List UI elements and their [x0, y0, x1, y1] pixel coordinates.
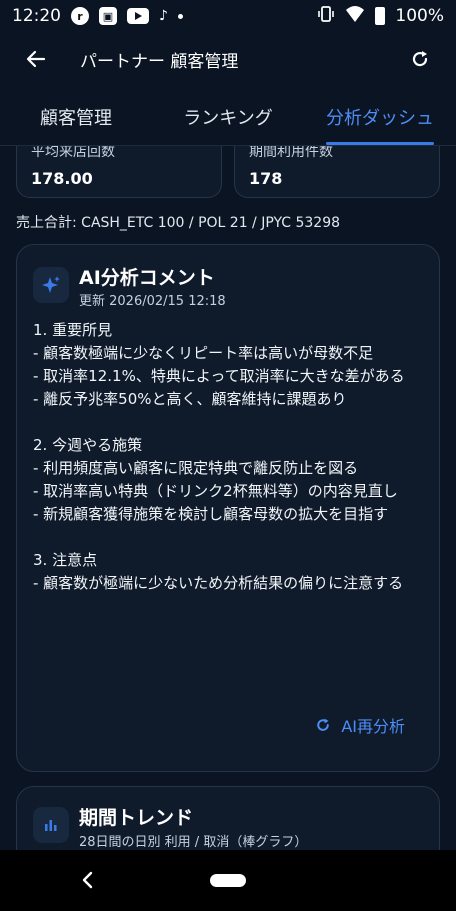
more-notifications-dot — [177, 13, 183, 19]
refresh-button[interactable] — [400, 39, 440, 79]
ai-analysis-card: AI分析コメント 更新 2026/02/15 12:18 1. 重要所見 - 顧… — [16, 244, 440, 772]
wifi-icon — [345, 5, 365, 28]
bar-chart-icon — [33, 807, 69, 843]
trend-card-subtitle: 28日間の日別 利用 / 取消（棒グラフ） — [79, 835, 308, 850]
tiktok-icon: ♪ — [159, 8, 168, 24]
period-usage-value: 178 — [249, 169, 283, 188]
back-button[interactable] — [16, 39, 56, 79]
avg-visits-label: 平均来店回数 — [31, 146, 115, 160]
page-title: パートナー 顧客管理 — [80, 51, 239, 72]
ai-card-title: AI分析コメント — [79, 267, 215, 289]
youtube-icon — [127, 8, 149, 24]
battery-icon — [375, 7, 386, 25]
tab-customer-management[interactable]: 顧客管理 — [0, 88, 152, 145]
nav-home-pill[interactable] — [210, 874, 246, 887]
ai-reanalyze-button[interactable]: AI再分析 — [315, 713, 405, 737]
sales-total: 売上合計: CASH_ETC 100 / POL 21 / JPYC 53298 — [16, 215, 341, 231]
app-bar: パートナー 顧客管理 — [0, 32, 456, 86]
vibrate-icon — [317, 5, 335, 28]
tab-ranking[interactable]: ランキング — [152, 88, 304, 145]
period-usage-label: 期間利用件数 — [249, 146, 333, 160]
ai-comment-body: 1. 重要所見 - 顧客数極端に少なくリピート率は高いが母数不足 - 取消率12… — [33, 321, 405, 592]
trend-card-title: 期間トレンド — [79, 807, 194, 829]
notification-app-icon-2: ▣ — [99, 7, 117, 25]
ai-reanalyze-label: AI再分析 — [341, 717, 405, 736]
chevron-left-icon — [82, 871, 93, 889]
notification-app-icon: r — [71, 7, 89, 25]
battery-percent: 100% — [395, 6, 444, 26]
dashboard-content[interactable]: 平均来店回数 178.00 期間利用件数 178 売上合計: CASH_ETC … — [0, 146, 456, 850]
refresh-icon — [317, 718, 330, 731]
tab-analysis-dashboard[interactable]: 分析ダッシュ — [304, 88, 456, 145]
arrow-left-icon — [26, 50, 46, 68]
status-bar: 12:20 r ▣ ♪ 100% — [0, 0, 456, 32]
tab-bar: 顧客管理 ランキング 分析ダッシュ — [0, 88, 456, 146]
avg-visits-card: 平均来店回数 178.00 — [16, 146, 222, 198]
period-trend-card: 期間トレンド 28日間の日別 利用 / 取消（棒グラフ） — [16, 786, 440, 850]
system-nav-bar — [0, 850, 456, 911]
period-usage-card: 期間利用件数 178 — [234, 146, 440, 198]
ai-card-updated: 更新 2026/02/15 12:18 — [79, 294, 226, 309]
nav-back-button[interactable] — [76, 868, 100, 892]
refresh-icon — [412, 51, 428, 67]
avg-visits-value: 178.00 — [31, 169, 93, 188]
sparkle-icon — [33, 267, 69, 303]
status-time: 12:20 — [12, 6, 61, 26]
